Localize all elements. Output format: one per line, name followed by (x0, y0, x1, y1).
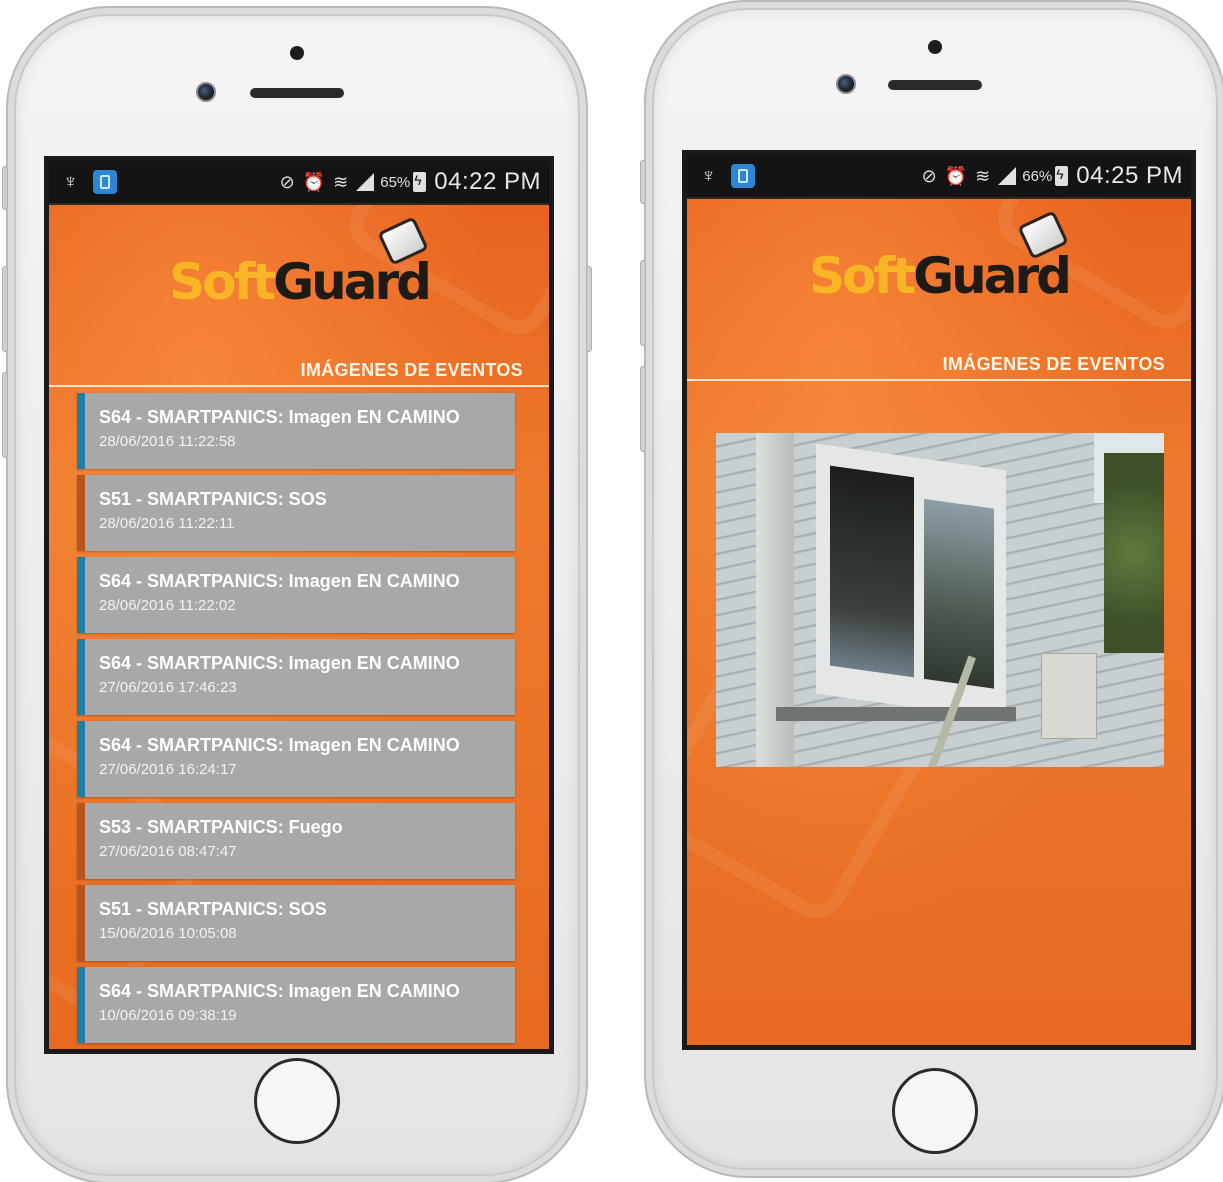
side-button-mute (640, 160, 646, 204)
earpiece-speaker (888, 80, 982, 90)
event-list-item[interactable]: S64 - SMARTPANICS: Imagen EN CAMINO 27/06… (77, 639, 515, 715)
event-list-item[interactable]: S51 - SMARTPANICS: SOS 28/06/2016 11:22:1… (77, 475, 515, 551)
sensor-dot (290, 46, 304, 60)
phone-left: ♆ ⊘ ⏰ ≋ 65% 04:22 PM SoftGuard IMÁGENES … (2, 14, 592, 1176)
event-list-item[interactable]: S64 - SMARTPANICS: Imagen EN CAMINO 27/06… (77, 721, 515, 797)
app-content: SoftGuard IMÁGENES DE EVENTOS (687, 199, 1191, 1045)
battery-icon (413, 172, 427, 192)
event-list: S64 - SMARTPANICS: Imagen EN CAMINO 28/06… (77, 393, 515, 1049)
screen: ♆ ⊘ ⏰ ≋ 65% 04:22 PM SoftGuard IMÁGENES … (44, 156, 554, 1054)
event-date: 27/06/2016 17:46:23 (99, 679, 237, 696)
alarm-icon: ⏰ (302, 171, 326, 192)
side-button-volume-down (2, 372, 8, 458)
event-title: S51 - SMARTPANICS: SOS (99, 899, 327, 919)
signal-icon (356, 173, 375, 191)
event-date: 10/06/2016 09:38:19 (99, 1007, 237, 1024)
status-bar: ♆ ⊘ ⏰ ≋ 65% 04:22 PM (49, 161, 549, 205)
softguard-logo: SoftGuard (169, 216, 432, 311)
battery-percent: 65% (380, 173, 411, 191)
mute-icon: ⊘ (279, 171, 295, 192)
home-button[interactable] (254, 1058, 340, 1144)
section-divider (49, 385, 549, 387)
side-button-volume-down (640, 366, 646, 452)
event-date: 28/06/2016 11:22:58 (99, 433, 236, 450)
event-date: 27/06/2016 08:47:47 (99, 843, 237, 860)
mute-icon: ⊘ (921, 165, 937, 186)
side-button-power (586, 266, 592, 352)
phone-right: ♆ ⊘ ⏰ ≋ 66% 04:25 PM SoftGuard IMÁGENES … (640, 8, 1218, 1170)
screenshot-notification-icon (731, 164, 755, 188)
broken-window-photo[interactable] (716, 433, 1164, 767)
alarm-icon: ⏰ (944, 165, 968, 186)
event-title: S64 - SMARTPANICS: Imagen EN CAMINO (99, 735, 460, 755)
sensor-dot (928, 40, 942, 54)
event-date: 28/06/2016 11:22:02 (99, 597, 236, 614)
softguard-logo: SoftGuard (809, 210, 1072, 305)
event-title: S51 - SMARTPANICS: SOS (99, 489, 327, 509)
event-list-item[interactable]: S51 - SMARTPANICS: SOS 15/06/2016 10:05:0… (77, 885, 515, 961)
home-button[interactable] (892, 1068, 978, 1154)
screen: ♆ ⊘ ⏰ ≋ 66% 04:25 PM SoftGuard IMÁGENES … (682, 150, 1196, 1050)
battery-icon (1055, 166, 1069, 186)
app-content: SoftGuard IMÁGENES DE EVENTOS S64 - SMAR… (49, 205, 549, 1049)
wifi-icon: ≋ (333, 171, 349, 192)
signal-icon (998, 167, 1017, 185)
front-camera (836, 74, 856, 94)
section-divider (687, 379, 1191, 381)
section-title: IMÁGENES DE EVENTOS (942, 354, 1165, 374)
earpiece-speaker (250, 88, 344, 98)
clock: 04:25 PM (1076, 162, 1183, 189)
screenshot-notification-icon (93, 170, 117, 194)
event-list-item[interactable]: S53 - SMARTPANICS: Fuego 27/06/2016 08:47… (77, 803, 515, 879)
battery-percent: 66% (1022, 167, 1053, 185)
usb-icon: ♆ (701, 164, 716, 187)
usb-icon: ♆ (63, 170, 78, 193)
event-date: 27/06/2016 16:24:17 (99, 761, 237, 778)
event-list-item[interactable]: S64 - SMARTPANICS: Imagen EN CAMINO 28/06… (77, 393, 515, 469)
clock: 04:22 PM (434, 168, 541, 195)
wifi-icon: ≋ (975, 165, 991, 186)
event-title: S53 - SMARTPANICS: Fuego (99, 817, 343, 837)
event-title: S64 - SMARTPANICS: Imagen EN CAMINO (99, 407, 460, 427)
event-title: S64 - SMARTPANICS: Imagen EN CAMINO (99, 571, 460, 591)
side-button-mute (2, 166, 8, 210)
event-list-item[interactable]: S64 - SMARTPANICS: Imagen EN CAMINO 10/06… (77, 967, 515, 1043)
event-list-item[interactable]: S64 - SMARTPANICS: Imagen EN CAMINO 28/06… (77, 557, 515, 633)
event-date: 15/06/2016 10:05:08 (99, 925, 237, 942)
event-title: S64 - SMARTPANICS: Imagen EN CAMINO (99, 981, 460, 1001)
status-bar: ♆ ⊘ ⏰ ≋ 66% 04:25 PM (687, 155, 1191, 199)
event-date: 28/06/2016 11:22:11 (99, 515, 235, 532)
section-title: IMÁGENES DE EVENTOS (300, 360, 523, 380)
side-button-volume-up (640, 260, 646, 346)
side-button-volume-up (2, 266, 8, 352)
front-camera (196, 82, 216, 102)
event-title: S64 - SMARTPANICS: Imagen EN CAMINO (99, 653, 460, 673)
